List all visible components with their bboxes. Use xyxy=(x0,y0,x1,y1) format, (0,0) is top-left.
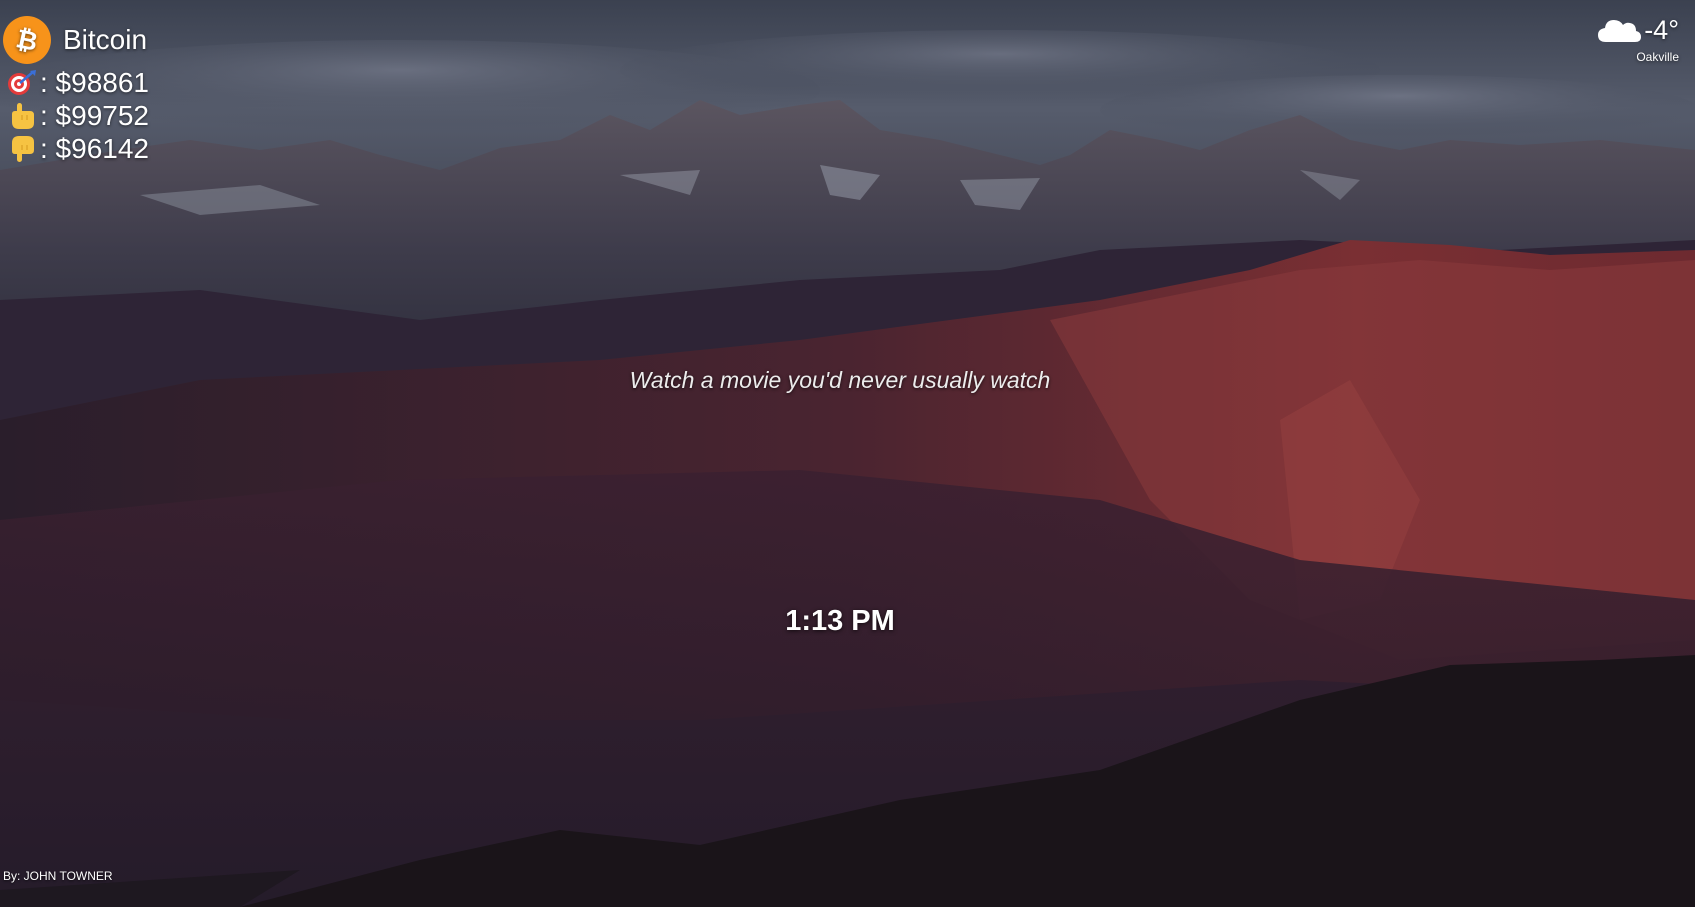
high-price-row: : $99752 xyxy=(6,99,149,132)
weather-location: Oakville xyxy=(1636,50,1679,64)
photo-credit-link[interactable]: By: JOHN TOWNER xyxy=(3,869,113,883)
pointing-up-icon xyxy=(12,102,34,129)
current-price-row: : $98861 xyxy=(6,66,149,99)
high-price: : $99752 xyxy=(40,99,149,131)
mountain-background-image xyxy=(0,0,1695,907)
crypto-widget[interactable]: ₿ Bitcoin : $98861 : $99752: $96142 xyxy=(3,14,149,165)
weather-widget[interactable]: -4° Oakville xyxy=(1596,14,1679,64)
current-price: : $98861 xyxy=(40,66,149,98)
target-icon xyxy=(8,69,36,95)
new-tab-dashboard: ₿ Bitcoin : $98861 : $99752: $96142 -4°… xyxy=(0,0,1695,907)
low-price: : $96142 xyxy=(40,132,149,164)
clock: 1:13 PM xyxy=(785,605,895,637)
cloud-icon xyxy=(1598,20,1642,42)
crypto-header: ₿ Bitcoin xyxy=(3,14,149,66)
focus-suggestion: Watch a movie you'd never usually watch xyxy=(629,367,1051,393)
bitcoin-logo-icon: ₿ xyxy=(3,16,51,64)
pointing-down-icon xyxy=(12,135,34,162)
crypto-name: Bitcoin xyxy=(63,24,148,55)
low-price-row: : $96142 xyxy=(6,132,149,165)
temperature: -4° xyxy=(1644,14,1679,45)
